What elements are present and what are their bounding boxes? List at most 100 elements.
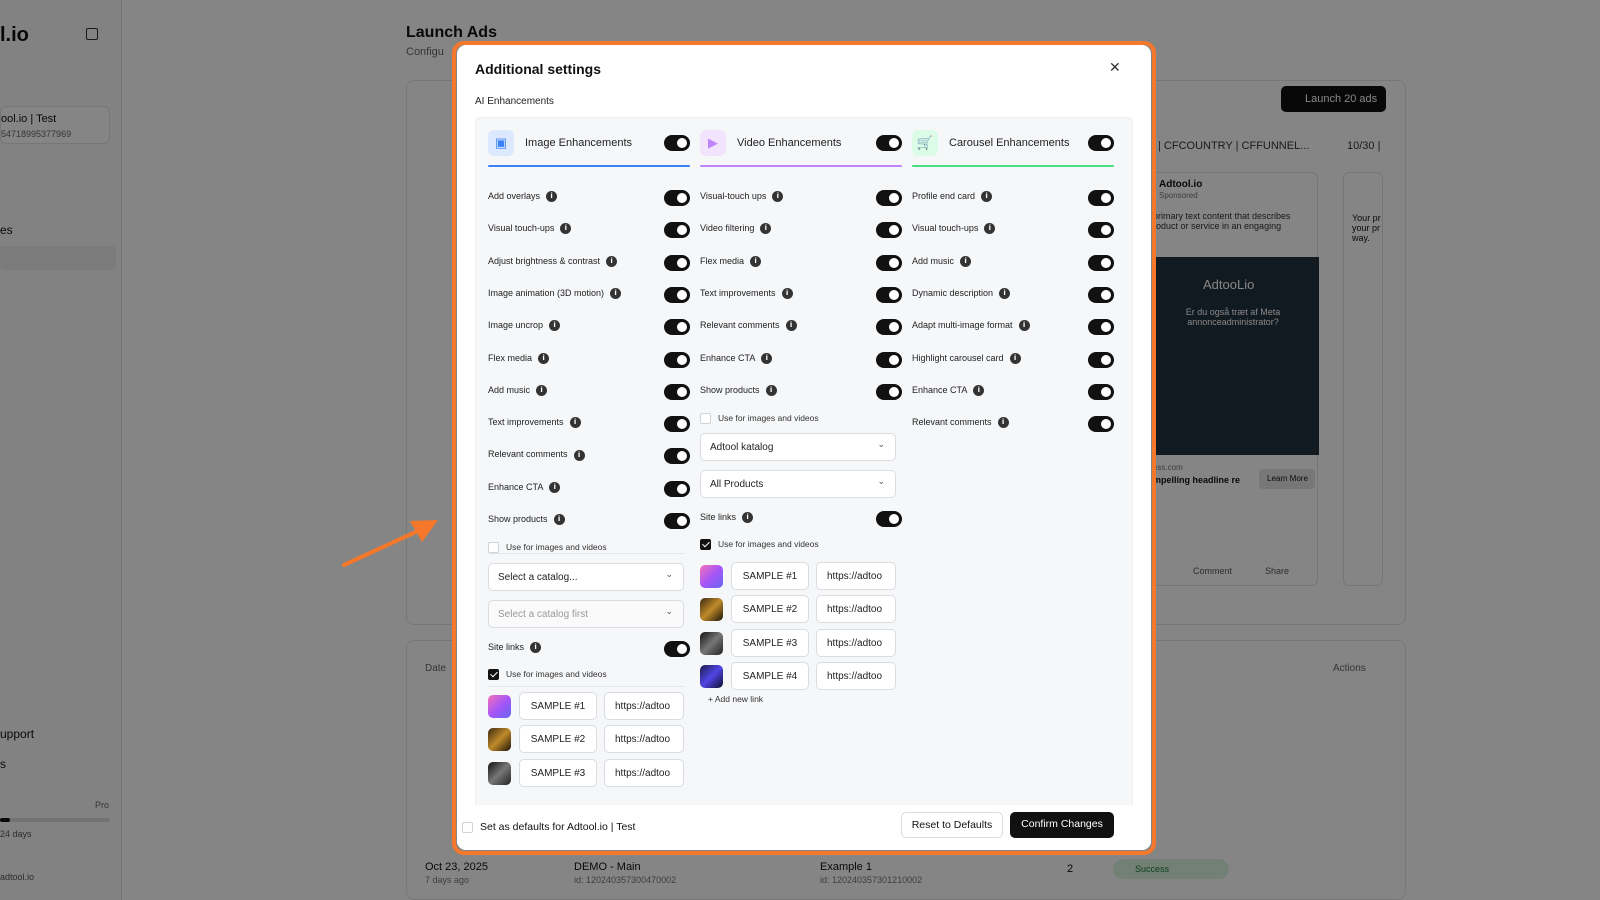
info-icon[interactable]: i xyxy=(765,384,777,396)
info-icon[interactable]: i xyxy=(573,449,585,461)
option-label-text: Relevant comments xyxy=(912,417,992,428)
option-toggle[interactable] xyxy=(876,286,902,303)
option-video-filtering: Video filtering i xyxy=(700,220,902,240)
info-icon[interactable]: i xyxy=(536,384,548,396)
column-master-toggle[interactable] xyxy=(664,135,690,151)
option-toggle[interactable] xyxy=(664,416,690,433)
link-name-input[interactable]: SAMPLE #1 xyxy=(731,561,809,590)
option-label-text: Flex media xyxy=(488,352,533,363)
info-icon[interactable]: i xyxy=(750,255,762,267)
info-icon[interactable]: i xyxy=(610,288,622,300)
option-label-text: Adjust brightness & contrast xyxy=(488,255,601,266)
option-label: Highlight carousel card i xyxy=(912,353,1021,364)
catalog-select[interactable]: Adtool katalog ⌄ xyxy=(700,433,896,462)
option-label-text: Video filtering xyxy=(700,223,755,234)
option-toggle[interactable] xyxy=(876,190,902,206)
close-icon[interactable]: ✕ xyxy=(1109,59,1121,76)
info-icon[interactable]: i xyxy=(742,511,754,523)
option-toggle[interactable] xyxy=(1088,319,1114,336)
option-toggle[interactable] xyxy=(664,383,690,400)
info-icon[interactable]: i xyxy=(781,288,793,300)
option-toggle[interactable] xyxy=(664,480,690,497)
link-url-input[interactable]: https://adtoo xyxy=(604,725,684,754)
info-icon[interactable]: i xyxy=(549,320,561,332)
link-name-input[interactable]: SAMPLE #3 xyxy=(519,758,597,787)
set-defaults-checkbox[interactable] xyxy=(462,822,473,833)
option-label-text: Enhance CTA xyxy=(488,481,544,492)
catalog-select[interactable]: Select a catalog... ⌄ xyxy=(488,563,684,592)
info-icon[interactable]: i xyxy=(569,417,581,429)
info-icon[interactable]: i xyxy=(538,352,550,364)
option-toggle[interactable] xyxy=(1088,351,1114,368)
site-links-toggle[interactable] xyxy=(664,640,690,657)
add-new-link-button[interactable]: + Add new link xyxy=(708,694,763,704)
info-icon[interactable]: i xyxy=(761,352,773,364)
option-toggle[interactable] xyxy=(1088,286,1114,303)
column-master-toggle[interactable] xyxy=(1088,135,1114,151)
option-toggle[interactable] xyxy=(1088,416,1114,433)
link-url-input[interactable]: https://adtoo xyxy=(604,758,684,787)
link-name-input[interactable]: SAMPLE #2 xyxy=(731,595,809,624)
link-thumbnail xyxy=(700,631,723,655)
column-master-toggle[interactable] xyxy=(876,135,902,151)
option-label: Relevant comments i xyxy=(700,320,797,332)
info-icon[interactable]: i xyxy=(546,191,558,203)
link-name-input[interactable]: SAMPLE #1 xyxy=(519,691,597,720)
info-icon[interactable]: i xyxy=(530,641,542,653)
info-icon[interactable]: i xyxy=(999,288,1011,300)
option-toggle[interactable] xyxy=(664,254,690,271)
option-toggle[interactable] xyxy=(876,319,902,336)
checkbox[interactable] xyxy=(488,542,499,554)
option-relevant-comments: Relevant comments i xyxy=(912,414,1114,434)
info-icon[interactable]: i xyxy=(973,384,985,396)
option-label: Add music i xyxy=(488,384,548,396)
link-url-input[interactable]: https://adtoo xyxy=(816,561,896,590)
option-toggle[interactable] xyxy=(1088,222,1114,239)
option-toggle[interactable] xyxy=(664,319,690,336)
reset-defaults-button[interactable]: Reset to Defaults xyxy=(901,812,1003,838)
checkbox-checked[interactable] xyxy=(488,668,499,680)
confirm-changes-button[interactable]: Confirm Changes xyxy=(1010,812,1114,838)
option-toggle[interactable] xyxy=(664,190,690,206)
info-icon[interactable]: i xyxy=(606,255,618,267)
site-links-toggle[interactable] xyxy=(876,510,902,527)
info-icon[interactable]: i xyxy=(772,191,784,203)
info-icon[interactable]: i xyxy=(984,223,996,235)
link-name-input[interactable]: SAMPLE #2 xyxy=(519,725,597,754)
checkbox[interactable] xyxy=(700,413,711,425)
option-toggle[interactable] xyxy=(876,222,902,239)
option-label: Visual-touch ups i xyxy=(700,191,784,203)
option-toggle[interactable] xyxy=(664,351,690,368)
link-url-input[interactable]: https://adtoo xyxy=(816,628,896,657)
link-url-input[interactable]: https://adtoo xyxy=(816,662,896,691)
option-toggle[interactable] xyxy=(876,254,902,271)
info-icon[interactable]: i xyxy=(960,255,972,267)
info-icon[interactable]: i xyxy=(1009,352,1021,364)
option-toggle[interactable] xyxy=(1088,190,1114,206)
option-label-text: Dynamic description xyxy=(912,287,994,298)
option-toggle[interactable] xyxy=(664,448,690,465)
option-toggle[interactable] xyxy=(1088,254,1114,271)
option-toggle[interactable] xyxy=(876,351,902,368)
info-icon[interactable]: i xyxy=(785,320,797,332)
option-toggle[interactable] xyxy=(876,383,902,400)
option-label: Text improvements i xyxy=(488,417,581,429)
info-icon[interactable]: i xyxy=(760,223,772,235)
option-toggle[interactable] xyxy=(1088,383,1114,400)
info-icon[interactable]: i xyxy=(1018,320,1030,332)
info-icon[interactable]: i xyxy=(549,481,561,493)
link-name-input[interactable]: SAMPLE #3 xyxy=(731,628,809,657)
option-toggle[interactable] xyxy=(664,513,690,529)
checkbox-checked[interactable] xyxy=(700,538,711,550)
option-toggle[interactable] xyxy=(664,222,690,239)
link-name-input[interactable]: SAMPLE #4 xyxy=(731,662,809,691)
info-icon[interactable]: i xyxy=(560,223,572,235)
info-icon[interactable]: i xyxy=(553,514,565,526)
link-url-input[interactable]: https://adtoo xyxy=(816,595,896,624)
link-url-input[interactable]: https://adtoo xyxy=(604,691,684,720)
product-select[interactable]: All Products ⌄ xyxy=(700,469,896,498)
info-icon[interactable]: i xyxy=(997,417,1009,429)
info-icon[interactable]: i xyxy=(981,191,993,203)
product-select[interactable]: Select a catalog first ⌄ xyxy=(488,599,684,628)
option-toggle[interactable] xyxy=(664,286,690,303)
